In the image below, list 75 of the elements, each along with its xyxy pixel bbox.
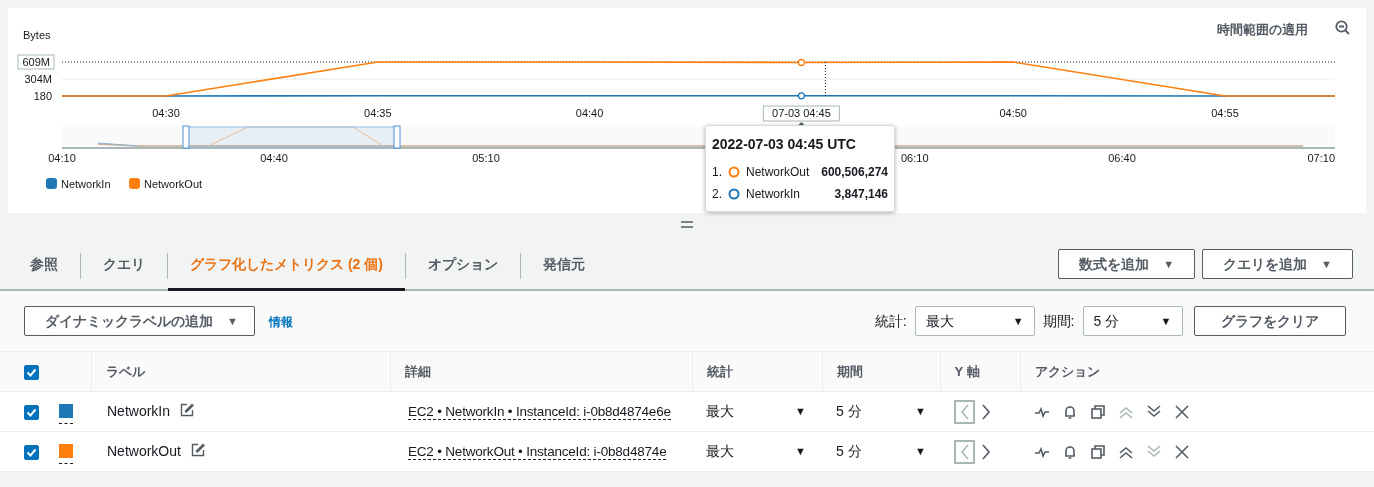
series-marker-icon (728, 166, 740, 178)
legend-label[interactable]: NetworkIn (61, 178, 111, 190)
metric-label: NetworkIn (107, 403, 171, 419)
column-header: 期間 (822, 351, 940, 392)
metric-label: NetworkOut (107, 443, 181, 459)
checkbox[interactable] (24, 364, 39, 380)
period-select[interactable]: 5 分 ▼ (1082, 306, 1183, 336)
tab[interactable]: クエリ (81, 239, 167, 289)
chevrons-down-icon[interactable] (1146, 403, 1162, 420)
axis-tick-label: 04:35 (364, 107, 392, 119)
bell-icon[interactable] (1062, 443, 1078, 460)
dropdown-button[interactable]: ダイナミックラベルの追加 ▼ (24, 306, 255, 336)
field-label: 期間: (1042, 311, 1075, 331)
chevron-right-icon[interactable] (980, 443, 991, 460)
tooltip-value: 3,847,146 (834, 186, 888, 203)
y-tick-label: 609M (22, 56, 50, 68)
series-marker-icon (728, 188, 740, 200)
close-icon[interactable] (1174, 443, 1190, 460)
axis-tick-label: 04:50 (999, 107, 1027, 119)
left-axis-toggle[interactable] (954, 399, 975, 424)
picture-hover-guide-line (824, 61, 826, 97)
close-icon[interactable] (1174, 403, 1190, 420)
tooltip-title: 2022-07-03 04:45 UTC (712, 135, 857, 154)
axis-tick-label: 06:40 (1108, 152, 1136, 164)
copy-icon[interactable] (1090, 443, 1106, 460)
tab[interactable]: 参照 (8, 239, 80, 289)
resize-handle-icon[interactable] (681, 220, 693, 228)
axis-tick-label: 07:10 (1307, 152, 1335, 164)
field-label: 統計: (874, 311, 907, 331)
tooltip-series-name: NetworkOut (746, 164, 810, 181)
axis-tick-label: 04:10 (48, 152, 76, 164)
checkbox[interactable] (24, 444, 39, 460)
zoom-out-icon[interactable] (1335, 20, 1350, 35)
tab[interactable]: 発信元 (520, 239, 607, 289)
checkbox[interactable] (24, 404, 39, 420)
tooltip-series-name: NetworkIn (746, 186, 801, 203)
axis-tick-label: 06:10 (901, 152, 929, 164)
statistic-select[interactable]: 最大 ▼ (914, 306, 1035, 336)
column-header: アクション (1020, 351, 1374, 392)
metric-detail: EC2 • NetworkOut • InstanceId: i-0b8d4874e (408, 443, 667, 460)
chevron-right-icon[interactable] (980, 403, 991, 420)
axis-tick-label: 04:40 (575, 107, 604, 119)
hover-time-label: 07-03 04:45 (762, 105, 840, 122)
copy-icon[interactable] (1090, 403, 1106, 420)
column-header: ラベル (91, 351, 390, 392)
bell-icon[interactable] (1062, 403, 1078, 420)
dropdown-button[interactable]: 数式を追加 ▼ (1058, 249, 1196, 279)
tooltip-index: 1. (712, 164, 722, 181)
axis-tick-label: 304M (24, 73, 52, 86)
info-link[interactable]: 情報 (268, 313, 293, 331)
edit-icon[interactable] (180, 403, 195, 417)
axis-tick-label: 04:40 (260, 152, 288, 164)
metric-detail: EC2 • NetworkIn • InstanceId: i-0b8d4874e6e (408, 403, 671, 420)
tooltip-index: 2. (712, 186, 722, 203)
data-point (797, 58, 806, 67)
edit-icon[interactable] (190, 443, 205, 457)
color-swatch[interactable] (59, 443, 73, 458)
color-swatch[interactable] (59, 403, 73, 418)
legend-label[interactable]: NetworkOut (144, 178, 203, 190)
axis-tick-label: 05:10 (472, 152, 500, 164)
axis-tick-label: 609M (17, 54, 55, 70)
column-header: 詳細 (390, 351, 692, 392)
axis-tick-label: 180 (33, 90, 52, 102)
axis-tick-label: 04:55 (1211, 107, 1239, 119)
clear-graph-button[interactable]: グラフをクリア (1194, 306, 1346, 336)
tab[interactable]: オプション (405, 239, 520, 289)
dropdown-button[interactable]: クエリを追加 ▼ (1202, 249, 1353, 279)
column-header: 統計 (692, 351, 822, 392)
apply-time-range-link[interactable]: 時間範囲の適用 (1217, 20, 1308, 40)
axis-tick-label: 04:30 (152, 107, 180, 119)
left-axis-toggle[interactable] (954, 439, 975, 464)
data-point (797, 92, 806, 100)
tooltip-value: 600,506,274 (821, 164, 888, 181)
column-header: Y 軸 (940, 351, 1020, 392)
axis-label: Bytes (23, 29, 51, 41)
